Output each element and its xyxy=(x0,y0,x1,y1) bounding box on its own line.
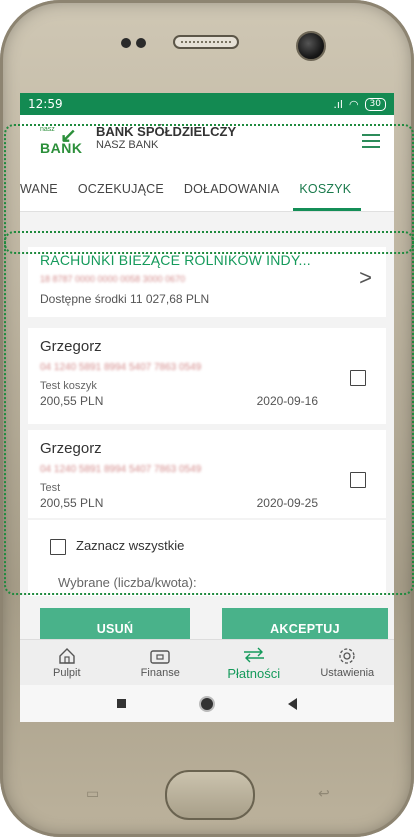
status-bar: 12:59 .ıl ◠ 30 xyxy=(20,93,394,115)
select-all-panel: Zaznacz wszystkie Wybrane (liczba/kwota)… xyxy=(28,520,386,596)
recipient-account: 04 1240 5891 8994 5407 7863 0549 xyxy=(40,362,202,373)
nav-finanse[interactable]: Finanse xyxy=(114,640,208,686)
app-header: nasz ↙ BANK BANK SPÓŁDZIELCZY NASZ BANK xyxy=(20,115,394,167)
bank-logo: nasz ↙ BANK xyxy=(40,125,83,156)
system-nav-bar xyxy=(20,685,394,722)
back-icon[interactable] xyxy=(288,697,298,710)
nav-pulpit[interactable]: Pulpit xyxy=(20,640,114,686)
tab-doladowania[interactable]: DOŁADOWANIA xyxy=(174,167,290,211)
select-checkbox[interactable] xyxy=(350,370,366,386)
list-item[interactable]: Grzegorz 04 1240 5891 8994 5407 7863 054… xyxy=(28,430,386,518)
nav-label: Ustawienia xyxy=(320,667,375,679)
recipient-account: 04 1240 5891 8994 5407 7863 0549 xyxy=(40,464,202,475)
wallet-icon xyxy=(150,650,170,664)
wifi-icon: ◠ xyxy=(348,97,359,111)
nav-label: Płatności xyxy=(227,665,281,681)
nav-ustawienia[interactable]: Ustawienia xyxy=(301,640,395,686)
screen: 12:59 .ıl ◠ 30 nasz ↙ BANK BANK SPÓŁDZIE… xyxy=(20,93,394,722)
select-all-label[interactable]: Zaznacz wszystkie xyxy=(76,538,184,553)
home-button[interactable] xyxy=(165,770,255,820)
chevron-right-icon: > xyxy=(359,265,372,290)
home-icon xyxy=(59,648,75,664)
transfer-icon xyxy=(243,647,264,662)
sensor-dot xyxy=(121,38,131,48)
transfer-date: 2020-09-25 xyxy=(256,496,318,510)
battery-icon: 30 xyxy=(364,97,386,111)
transfer-date: 2020-09-16 xyxy=(256,394,318,408)
tab-koszyk[interactable]: KOSZYK xyxy=(289,167,362,211)
list-item[interactable]: Grzegorz 04 1240 5891 8994 5407 7863 054… xyxy=(28,328,386,424)
signal-icon: .ıl xyxy=(333,97,343,111)
account-selector[interactable]: RACHUNKI BIEŻĄCE ROLNIKÓW INDY... 18 878… xyxy=(28,247,386,317)
account-name: RACHUNKI BIEŻĄCE ROLNIKÓW INDY... xyxy=(40,252,311,268)
sensor-dot xyxy=(136,38,146,48)
phone-frame: 12:59 .ıl ◠ 30 nasz ↙ BANK BANK SPÓŁDZIE… xyxy=(0,0,414,837)
bank-title: BANK SPÓŁDZIELCZY xyxy=(96,123,237,139)
recipient-name: Grzegorz xyxy=(40,338,102,355)
select-checkbox[interactable] xyxy=(350,472,366,488)
back-softkey-icon: ↩ xyxy=(318,785,330,801)
transfer-amount: 200,55 PLN xyxy=(40,394,104,408)
transfer-title: Test koszyk xyxy=(40,380,97,392)
tab-oczekujace[interactable]: OCZEKUJĄCE xyxy=(68,167,174,211)
selected-summary: Wybrane (liczba/kwota): xyxy=(58,575,197,590)
nav-label: Finanse xyxy=(140,667,180,679)
select-all-checkbox[interactable] xyxy=(50,539,66,555)
earpiece xyxy=(173,35,239,49)
home-button-icon[interactable] xyxy=(198,695,215,712)
bank-subtitle: NASZ BANK xyxy=(96,138,159,151)
bottom-nav: Pulpit Finanse Płatności Ustawienia xyxy=(20,639,394,686)
recents-icon[interactable] xyxy=(116,699,126,708)
transfer-title: Test xyxy=(40,482,61,494)
status-icons: .ıl ◠ 30 xyxy=(333,97,386,111)
logo-small-text: nasz xyxy=(40,126,55,133)
gear-icon xyxy=(339,648,355,664)
tab-bar: WANE OCZEKUJĄCE DOŁADOWANIA KOSZYK xyxy=(20,167,394,212)
transfer-amount: 200,55 PLN xyxy=(40,496,104,510)
logo-text: BANK xyxy=(40,140,83,156)
account-balance: Dostępne środki 11 027,68 PLN xyxy=(40,292,210,306)
front-camera xyxy=(296,31,326,61)
nav-label: Pulpit xyxy=(52,667,81,679)
tab-zapisane[interactable]: WANE xyxy=(20,167,68,211)
nav-platnosci[interactable]: Płatności xyxy=(207,640,301,686)
recents-softkey-icon: ▭ xyxy=(86,785,100,801)
menu-icon[interactable] xyxy=(362,134,380,152)
account-number: 18 8787 0000 0000 0058 3000 0670 xyxy=(40,274,186,284)
status-time: 12:59 xyxy=(28,97,63,111)
recipient-name: Grzegorz xyxy=(40,440,102,457)
